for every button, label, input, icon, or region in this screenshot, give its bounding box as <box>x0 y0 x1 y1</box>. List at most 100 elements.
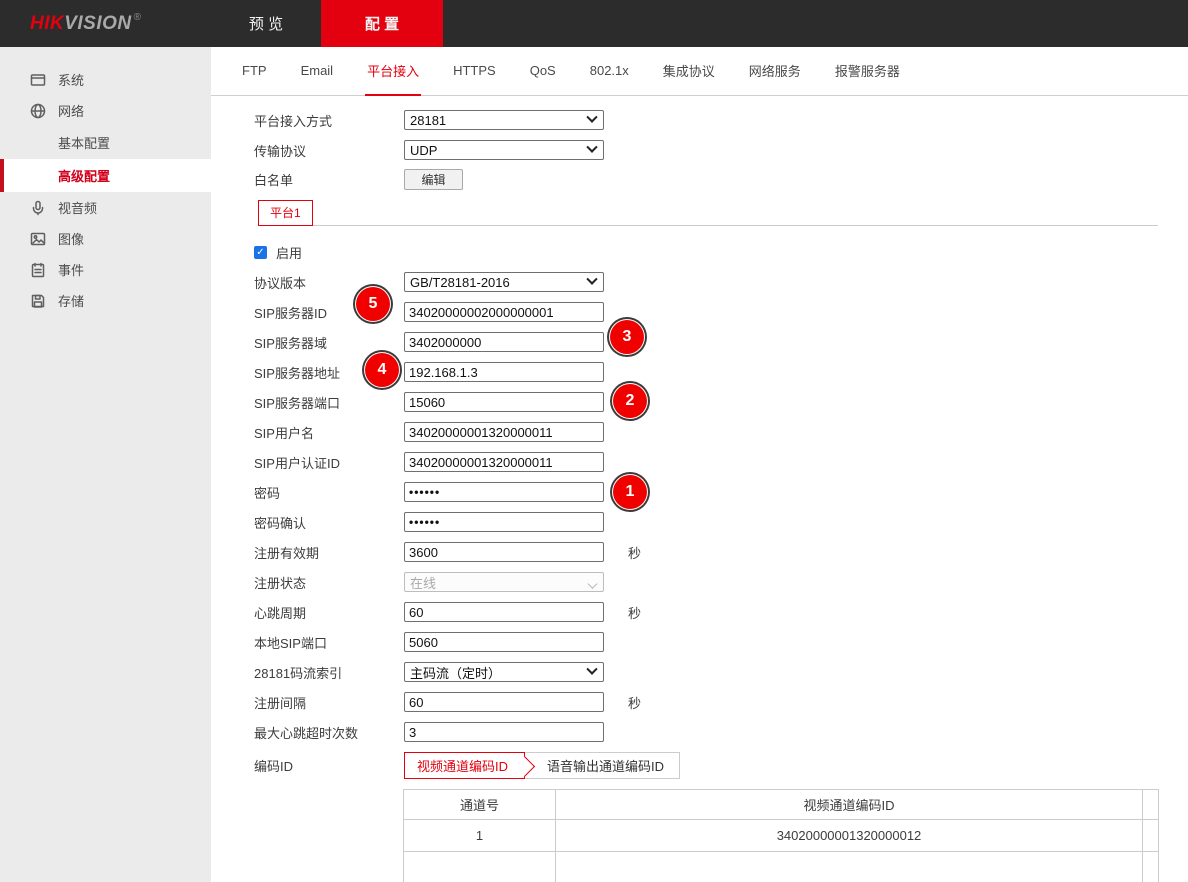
tab-https[interactable]: HTTPS <box>451 47 498 96</box>
annotation-badge-2: 2 <box>613 384 647 418</box>
encode-id-table: 通道号 视频通道编码ID 1 34020000001320000012 <box>403 789 1159 882</box>
sip-username-input[interactable] <box>404 422 604 442</box>
tab-video-channel-encode-id[interactable]: 视频通道编码ID <box>404 752 525 779</box>
sidebar-item-label: 网络 <box>58 101 84 120</box>
register-status-select: 在线 <box>404 572 604 592</box>
sip-auth-id-label: SIP用户认证ID <box>254 453 404 472</box>
max-heartbeat-timeout-label: 最大心跳超时次数 <box>254 723 404 742</box>
password-confirm-label: 密码确认 <box>254 513 404 532</box>
tab-qos[interactable]: QoS <box>528 47 558 96</box>
sidebar-item-image[interactable]: 图像 <box>0 223 211 254</box>
password-input[interactable] <box>404 482 604 502</box>
tab-network-service[interactable]: 网络服务 <box>747 47 803 96</box>
sidebar-item-label: 系统 <box>58 70 84 89</box>
page: HIKVISION® 预 览 配 置 系统 网络 基本配置 高级配置 <box>0 0 1188 882</box>
access-mode-label: 平台接入方式 <box>254 111 404 130</box>
settings-tabbar: FTP Email 平台接入 HTTPS QoS 802.1x 集成协议 网络服… <box>211 47 1188 96</box>
register-validity-label: 注册有效期 <box>254 543 404 562</box>
hikvision-logo: HIKVISION® <box>0 0 211 47</box>
sip-server-id-input[interactable] <box>404 302 604 322</box>
sidebar-item-system[interactable]: 系统 <box>0 64 211 95</box>
transport-protocol-select[interactable]: UDP <box>404 140 604 160</box>
password-label: 密码 <box>254 483 404 502</box>
tab-8021x[interactable]: 802.1x <box>588 47 631 96</box>
tab-platform-access[interactable]: 平台接入 <box>365 47 421 96</box>
chevron-down-icon <box>586 112 597 123</box>
sidebar-item-event[interactable]: 事件 <box>0 254 211 285</box>
transport-protocol-label: 传输协议 <box>254 141 404 160</box>
platform-access-form: 平台接入方式 28181 传输协议 UDP 白名单 编辑 平台1 <box>211 96 1188 882</box>
annotation-badge-1: 1 <box>613 475 647 509</box>
video-encode-id-cell: 34020000001320000012 <box>556 820 1143 852</box>
video-audio-icon <box>30 200 46 216</box>
logo-vision: VISION <box>64 13 131 35</box>
heartbeat-interval-input[interactable] <box>404 602 604 622</box>
whitelist-edit-button[interactable]: 编辑 <box>404 169 463 190</box>
video-encode-id-header: 视频通道编码ID <box>556 790 1143 820</box>
video-encode-id-cell <box>556 852 1143 882</box>
sidebar-item-label: 基本配置 <box>58 133 110 152</box>
tab-audio-output-encode-id[interactable]: 语音输出通道编码ID <box>524 752 680 779</box>
sidebar-item-network[interactable]: 网络 <box>0 95 211 126</box>
access-mode-select[interactable]: 28181 <box>404 110 604 130</box>
tab-email[interactable]: Email <box>299 47 336 96</box>
system-icon <box>30 72 46 88</box>
stream-index-label: 28181码流索引 <box>254 663 404 682</box>
logo-registered-mark: ® <box>134 12 142 23</box>
whitelist-label: 白名单 <box>254 170 404 189</box>
sip-auth-id-input[interactable] <box>404 452 604 472</box>
sip-server-port-label: SIP服务器端口 <box>254 393 404 412</box>
local-sip-port-input[interactable] <box>404 632 604 652</box>
annotation-badge-4: 4 <box>365 353 399 387</box>
sidebar-item-label: 高级配置 <box>58 166 110 185</box>
sip-server-domain-label: SIP服务器域 <box>254 333 404 352</box>
nav-tab-configuration[interactable]: 配 置 <box>321 0 443 47</box>
register-status-label: 注册状态 <box>254 573 404 592</box>
annotation-badge-5: 5 <box>356 287 390 321</box>
encode-id-label: 编码ID <box>254 756 404 775</box>
sidebar-item-label: 存储 <box>58 291 84 310</box>
main-panel: FTP Email 平台接入 HTTPS QoS 802.1x 集成协议 网络服… <box>211 47 1188 882</box>
password-confirm-input[interactable] <box>404 512 604 532</box>
protocol-version-value: GB/T28181-2016 <box>410 275 510 290</box>
local-sip-port-label: 本地SIP端口 <box>254 633 404 652</box>
sidebar-item-video-audio[interactable]: 视音频 <box>0 192 211 223</box>
register-validity-input[interactable] <box>404 542 604 562</box>
stream-index-select[interactable]: 主码流（定时） <box>404 662 604 682</box>
platform-tab-row: 平台1 <box>258 200 1158 226</box>
tab-ftp[interactable]: FTP <box>240 47 269 96</box>
register-interval-unit: 秒 <box>628 693 641 712</box>
tab-integration-protocol[interactable]: 集成协议 <box>661 47 717 96</box>
max-heartbeat-timeout-input[interactable] <box>404 722 604 742</box>
network-icon <box>30 103 46 119</box>
storage-icon <box>30 293 46 309</box>
channel-no-cell <box>404 852 556 882</box>
annotation-badge-3: 3 <box>610 320 644 354</box>
table-header-row: 通道号 视频通道编码ID <box>404 790 1159 820</box>
table-row[interactable] <box>404 852 1159 882</box>
stream-index-value: 主码流（定时） <box>410 663 501 682</box>
nav-tab-preview[interactable]: 预 览 <box>211 0 321 47</box>
sip-server-address-input[interactable] <box>404 362 604 382</box>
enable-checkbox[interactable]: ✓ <box>254 246 267 259</box>
protocol-version-select[interactable]: GB/T28181-2016 <box>404 272 604 292</box>
encode-id-tabs: 视频通道编码ID 语音输出通道编码ID <box>404 752 680 779</box>
platform-tab-divider <box>313 225 1158 226</box>
channel-no-cell: 1 <box>404 820 556 852</box>
register-interval-input[interactable] <box>404 692 604 712</box>
sip-server-domain-input[interactable] <box>404 332 604 352</box>
register-interval-label: 注册间隔 <box>254 693 404 712</box>
tab-alarm-server[interactable]: 报警服务器 <box>833 47 902 96</box>
heartbeat-interval-unit: 秒 <box>628 603 641 622</box>
sidebar-item-label: 图像 <box>58 229 84 248</box>
platform1-tab[interactable]: 平台1 <box>258 200 313 226</box>
sidebar-item-storage[interactable]: 存储 <box>0 285 211 316</box>
channel-no-header: 通道号 <box>404 790 556 820</box>
logo-hik: HIK <box>30 13 64 35</box>
enable-label: 启用 <box>276 243 302 262</box>
sip-server-port-input[interactable] <box>404 392 604 412</box>
sidebar-item-basic-config[interactable]: 基本配置 <box>0 126 211 159</box>
table-row[interactable]: 1 34020000001320000012 <box>404 820 1159 852</box>
sidebar-item-advanced-config[interactable]: 高级配置 <box>0 159 211 192</box>
transport-protocol-value: UDP <box>410 143 437 158</box>
